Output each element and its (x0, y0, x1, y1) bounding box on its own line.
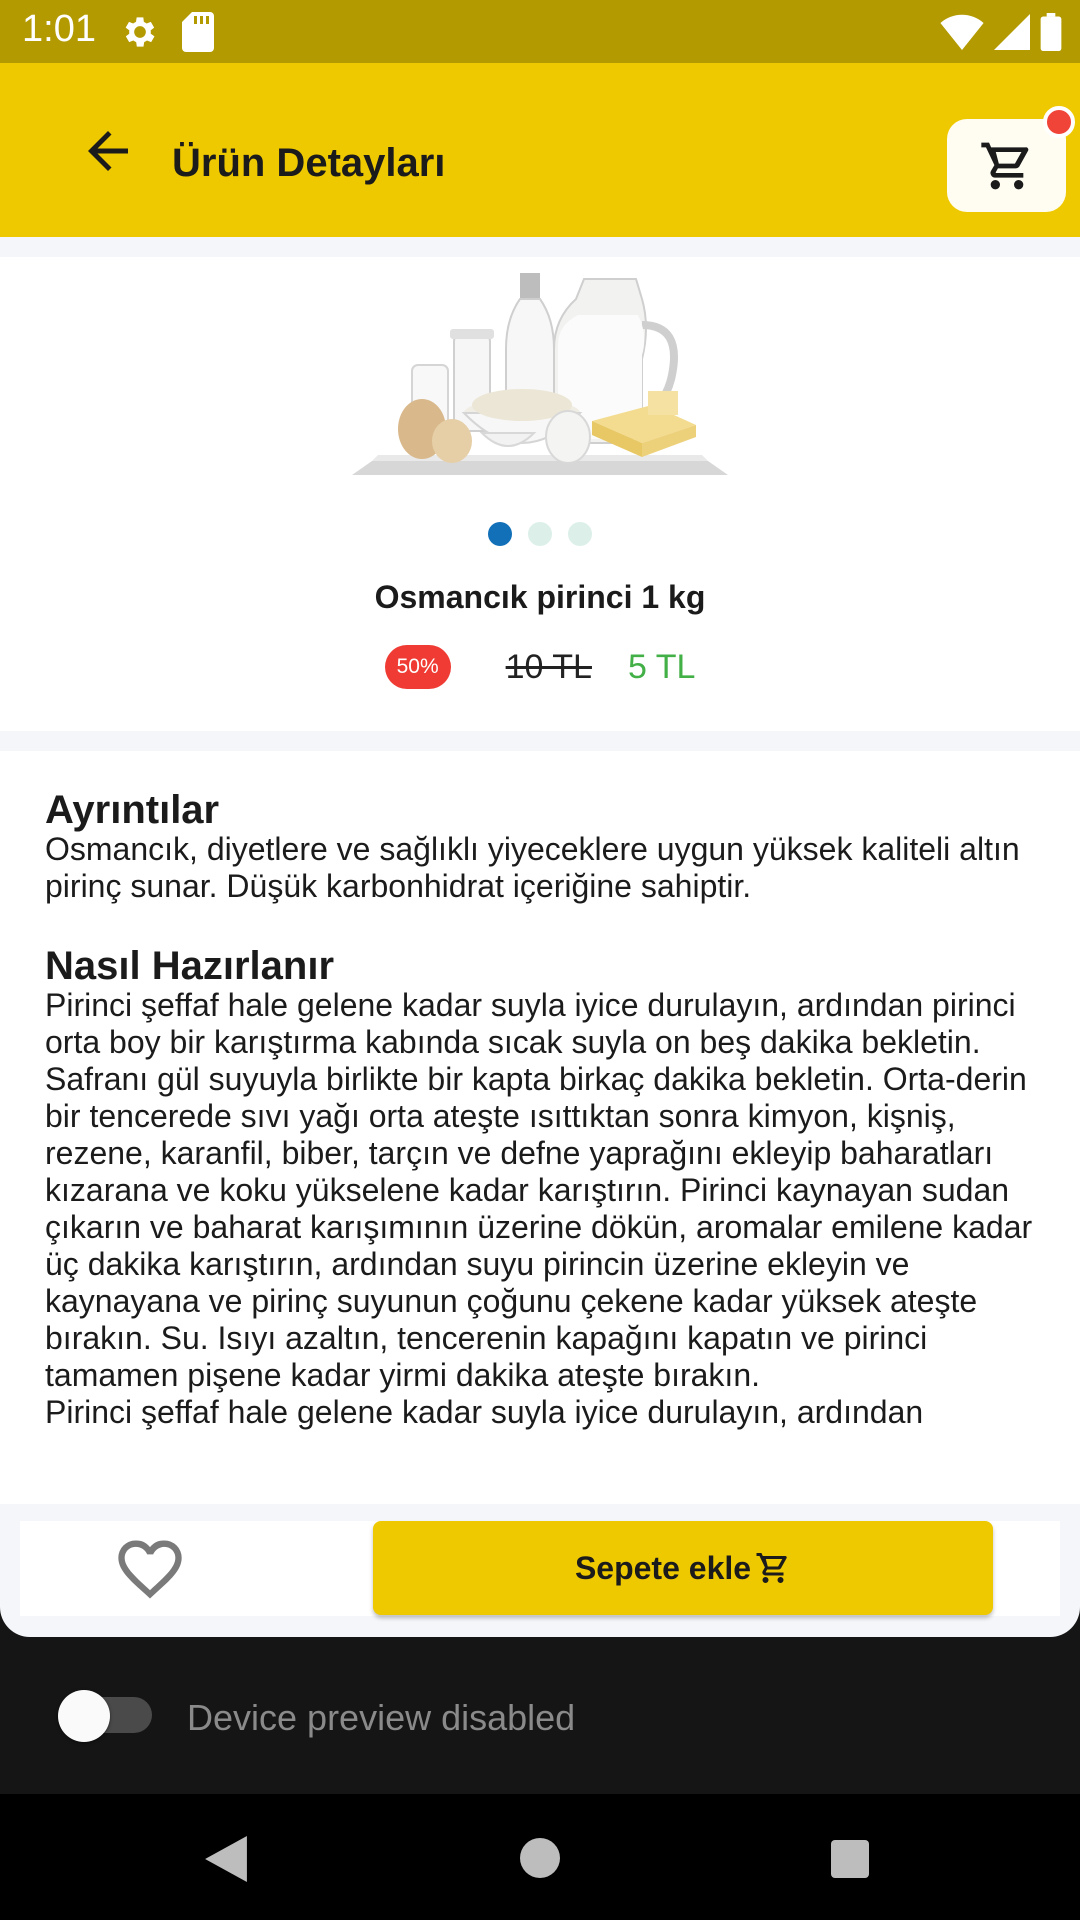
add-to-cart-label: Sepete ekle (574, 1549, 752, 1586)
app-screen: 1:01 Ürün Detayları Osmancık pirinci 1 k… (0, 0, 1080, 1920)
cart-badge (1043, 106, 1075, 138)
bottom-action-bar: Sepete ekle (20, 1521, 1060, 1616)
carousel-dot[interactable] (528, 522, 552, 546)
device-preview-label: Device preview disabled (187, 1697, 576, 1738)
add-to-cart-button[interactable]: Sepete ekle (373, 1521, 993, 1615)
arrow-back-icon[interactable] (78, 121, 138, 181)
details-panel[interactable]: Ayrıntılar Osmancık, diyetlere ve sağlık… (0, 751, 1080, 1504)
page-title: Ürün Detayları (172, 141, 446, 185)
discount-badge: 50% (384, 645, 451, 689)
signal-icon (994, 14, 1030, 50)
sd-card-icon (182, 12, 214, 52)
product-card: Osmancık pirinci 1 kg 50% 10 TL 5 TL (0, 257, 1080, 731)
carousel-dot[interactable] (488, 522, 512, 546)
preparation-heading: Nasıl Hazırlanır (45, 944, 335, 988)
product-name: Osmancık pirinci 1 kg (374, 579, 706, 615)
dairy-products-image (352, 273, 728, 475)
preparation-text: Pirinci şeffaf hale gelene kadar suyla i… (45, 987, 1033, 1393)
battery-icon (1040, 13, 1062, 51)
wifi-icon (940, 14, 984, 50)
navigation-bar (0, 1794, 1080, 1920)
old-price: 10 TL (505, 647, 592, 686)
status-time: 1:01 (22, 8, 96, 50)
nav-back-icon[interactable] (205, 1836, 247, 1882)
content-surface: Osmancık pirinci 1 kg 50% 10 TL 5 TL Ayr… (0, 237, 1080, 1637)
carousel-dot[interactable] (568, 522, 592, 546)
carousel-indicator (0, 522, 1080, 546)
shopping-cart-icon (980, 142, 1028, 189)
preparation-text-repeat: Pirinci şeffaf hale gelene kadar suyla i… (45, 1394, 924, 1430)
status-bar: 1:01 (0, 0, 1080, 63)
device-preview-bar: Device preview disabled (0, 1637, 1080, 1794)
nav-recents-icon[interactable] (831, 1840, 869, 1878)
heart-outline-icon[interactable] (110, 1531, 190, 1607)
details-heading: Ayrıntılar (45, 788, 220, 832)
cart-icon (756, 1553, 787, 1583)
price-row: 50% 10 TL 5 TL (0, 645, 1080, 689)
settings-icon (125, 17, 155, 47)
status-right-icons (940, 12, 1062, 52)
details-text: Osmancık, diyetlere ve sağlıklı yiyecekl… (45, 831, 1020, 904)
nav-home-icon[interactable] (520, 1838, 560, 1878)
app-bar: Ürün Detayları (0, 63, 1080, 237)
new-price: 5 TL (627, 647, 696, 686)
toggle-thumb[interactable] (58, 1690, 110, 1742)
